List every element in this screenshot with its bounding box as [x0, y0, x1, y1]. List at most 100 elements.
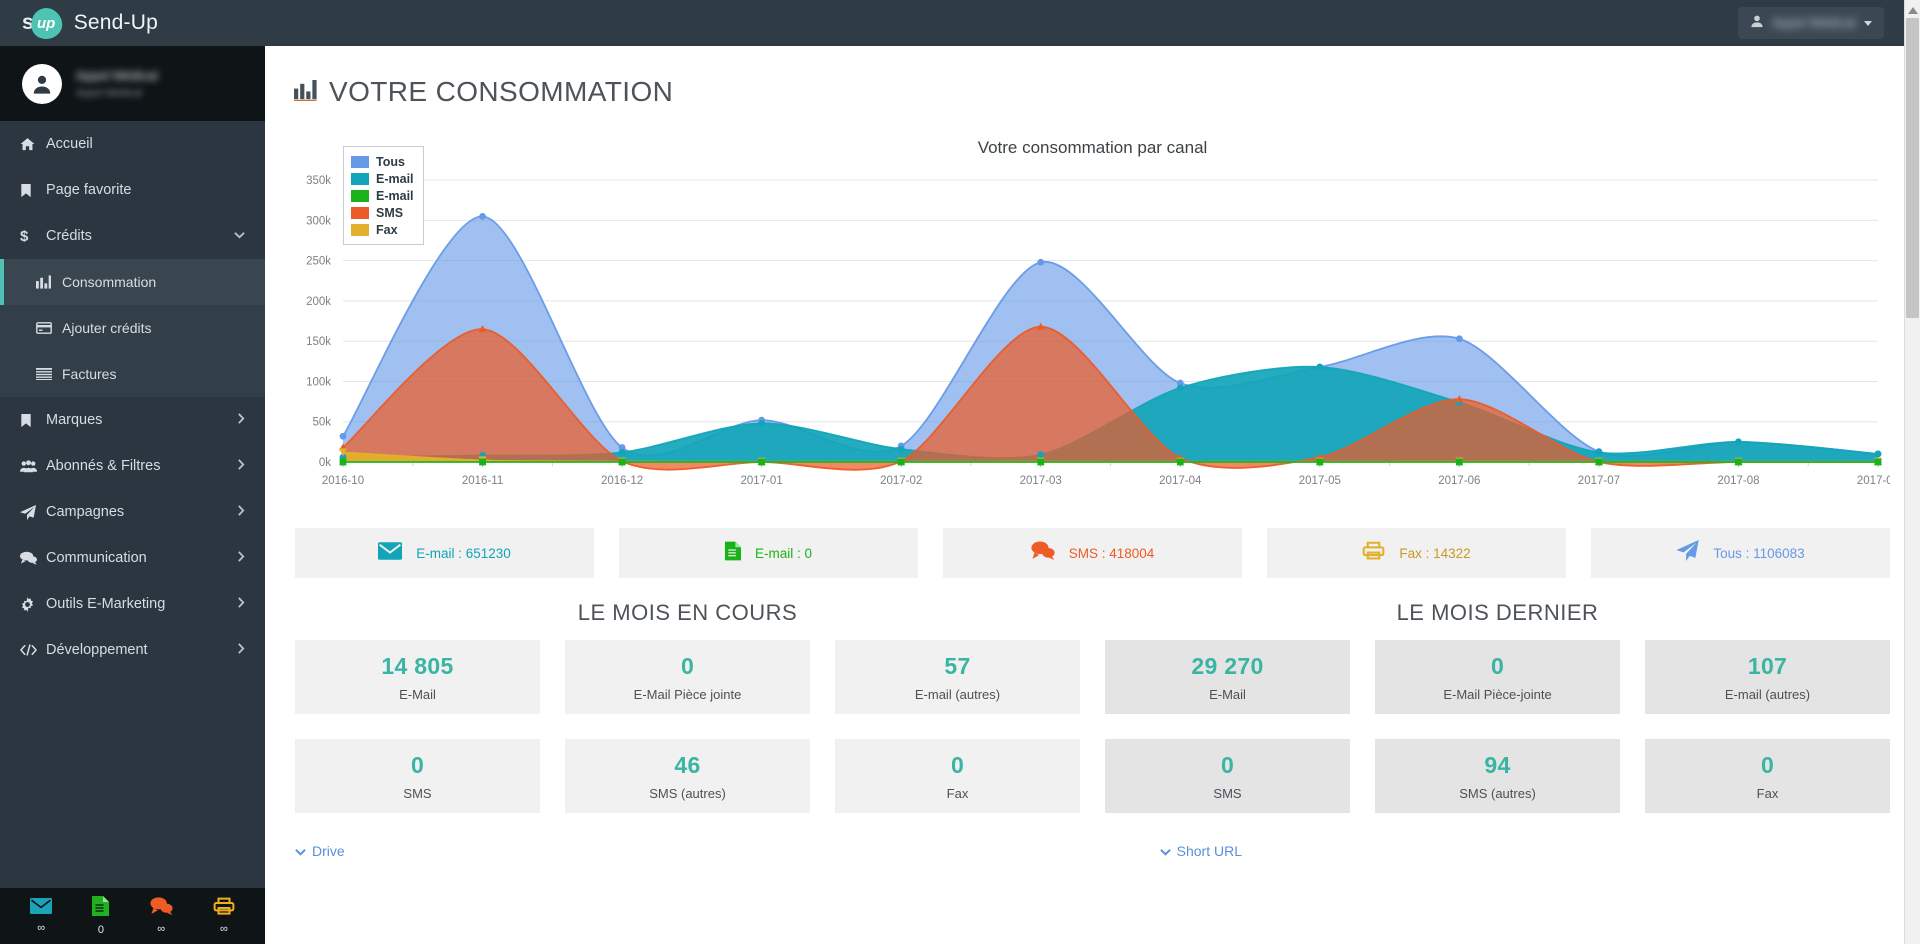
- legend-item[interactable]: Tous: [351, 153, 414, 170]
- avatar: [22, 63, 62, 104]
- chevron-down-icon: [1159, 843, 1171, 859]
- last-month-row-1: 29 270 E-Mail 0 E-Mail Pièce-jointe 107 …: [1105, 640, 1890, 714]
- stat-card-sms-other-current[interactable]: 46 SMS (autres): [565, 739, 810, 813]
- svg-text:150k: 150k: [306, 336, 331, 348]
- printer-icon: [1362, 541, 1385, 565]
- stat-card-sms-other-last[interactable]: 94 SMS (autres): [1375, 739, 1620, 813]
- stat-card-sms-current[interactable]: 0 SMS: [295, 739, 540, 813]
- sidebar-item-consommation[interactable]: Consommation: [0, 259, 265, 305]
- code-icon: [20, 644, 46, 656]
- home-icon: [20, 137, 46, 152]
- total-label: E-mail : 0: [754, 545, 812, 561]
- sidebar-item-factures[interactable]: Factures: [0, 351, 265, 397]
- legend-item[interactable]: E-mail: [351, 187, 414, 204]
- sidebar-item-abonnes-filtres[interactable]: Abonnés & Filtres: [0, 443, 265, 489]
- brand[interactable]: s up Send-Up: [0, 4, 265, 42]
- bookmark-icon: [20, 183, 46, 198]
- stat-card-sms-last[interactable]: 0 SMS: [1105, 739, 1350, 813]
- stat-card-email-current[interactable]: 14 805 E-Mail: [295, 640, 540, 714]
- legend-item[interactable]: Fax: [351, 221, 414, 238]
- consumption-chart: Votre consommation par canal Tous E-mail…: [295, 130, 1890, 510]
- svg-text:50k: 50k: [312, 417, 331, 429]
- total-card-fax[interactable]: Fax : 14322: [1267, 528, 1566, 578]
- invoice-icon: [36, 368, 62, 380]
- sidebar-item-accueil[interactable]: Accueil: [0, 121, 265, 167]
- total-label: Tous : 1106083: [1713, 545, 1805, 561]
- counter-email-attachment[interactable]: 0: [92, 896, 110, 936]
- total-card-tous[interactable]: Tous : 1106083: [1591, 528, 1890, 578]
- stat-value: 107: [1747, 652, 1788, 679]
- stat-value: 0: [410, 751, 425, 778]
- stat-card-email-other-current[interactable]: 57 E-mail (autres): [835, 640, 1080, 714]
- sidebar: Appel Médical Appel Médical Accueil Page…: [0, 46, 265, 944]
- stat-label: E-Mail: [399, 686, 436, 702]
- stat-card-email-last[interactable]: 29 270 E-Mail: [1105, 640, 1350, 714]
- sidebar-item-marques[interactable]: Marques: [0, 397, 265, 443]
- short-url-link[interactable]: Short URL: [1159, 843, 1242, 859]
- svg-text:$: $: [20, 228, 29, 244]
- chevron-right-icon: [237, 551, 245, 565]
- sidebar-item-campagnes[interactable]: Campagnes: [0, 489, 265, 535]
- svg-text:2017-08: 2017-08: [1717, 475, 1759, 487]
- counter-fax[interactable]: ∞: [213, 897, 235, 935]
- chart-canvas[interactable]: 0k 50k 100k 150k 200k 250k 300k 350k 2016-10 2016…: [295, 130, 1890, 510]
- sidebar-item-page-favorite[interactable]: Page favorite: [0, 167, 265, 213]
- counter-value: 0: [97, 924, 104, 936]
- stat-card-fax-last[interactable]: 0 Fax: [1645, 739, 1890, 813]
- main-content: VOTRE CONSOMMATION Votre consommation pa…: [265, 46, 1920, 944]
- svg-text:2017-02: 2017-02: [880, 475, 922, 487]
- logo-circle-up: up: [27, 4, 65, 42]
- short-url-link-label: Short URL: [1176, 843, 1242, 859]
- total-card-email-attachment[interactable]: E-mail : 0: [619, 528, 918, 578]
- page-title: VOTRE CONSOMMATION: [265, 46, 1920, 108]
- stat-value: 57: [944, 652, 971, 679]
- stat-card-email-attachment-last[interactable]: 0 E-Mail Pièce-jointe: [1375, 640, 1620, 714]
- bar-chart-icon: [36, 275, 62, 289]
- stat-label: E-mail (autres): [1724, 686, 1811, 702]
- stat-card-email-other-last[interactable]: 107 E-mail (autres): [1645, 640, 1890, 714]
- gear-icon: [20, 596, 46, 612]
- profile-subtitle: Appel Médical: [76, 87, 142, 99]
- counter-email[interactable]: ∞: [30, 898, 53, 934]
- sidebar-item-label: Marques: [46, 412, 103, 428]
- drive-link[interactable]: Drive: [295, 843, 345, 859]
- drive-link-label: Drive: [312, 843, 345, 859]
- last-month-section: LE MOIS DERNIER 29 270 E-Mail 0 E-Mail P…: [1105, 600, 1890, 813]
- stat-label: SMS: [403, 785, 432, 801]
- user-avatar-icon: [1750, 14, 1764, 33]
- total-card-email[interactable]: E-mail : 651230: [295, 528, 594, 578]
- profile-name: Appel Médical: [76, 68, 158, 83]
- svg-text:200k: 200k: [306, 296, 331, 308]
- sidebar-item-label: Communication: [46, 550, 147, 566]
- user-menu-button[interactable]: Appel Médical: [1738, 7, 1884, 39]
- counter-value: ∞: [37, 922, 46, 934]
- chevron-right-icon: [237, 413, 245, 427]
- legend-item[interactable]: SMS: [351, 204, 414, 221]
- sidebar-item-label: Crédits: [46, 228, 92, 244]
- total-card-sms[interactable]: SMS : 418004: [943, 528, 1242, 578]
- stat-card-fax-current[interactable]: 0 Fax: [835, 739, 1080, 813]
- counter-sms[interactable]: ∞: [150, 897, 173, 935]
- sidebar-profile[interactable]: Appel Médical Appel Médical: [0, 46, 265, 121]
- page-scrollbar[interactable]: [1904, 0, 1920, 944]
- chevron-right-icon: [237, 505, 245, 519]
- sidebar-item-outils-e-marketing[interactable]: Outils E-Marketing: [0, 581, 265, 627]
- stat-card-email-attachment-current[interactable]: 0 E-Mail Pièce jointe: [565, 640, 810, 714]
- sidebar-item-communication[interactable]: Communication: [0, 535, 265, 581]
- stat-value: 0: [680, 652, 695, 679]
- envelope-icon: [378, 541, 403, 565]
- chevron-right-icon: [237, 597, 245, 611]
- legend-item[interactable]: E-mail: [351, 170, 414, 187]
- sidebar-item-credits[interactable]: $ Crédits: [0, 213, 265, 259]
- stat-value: 46: [674, 751, 701, 778]
- sidebar-item-developpement[interactable]: Développement: [0, 627, 265, 673]
- legend-label: SMS: [376, 205, 404, 220]
- sidebar-item-ajouter-credits[interactable]: Ajouter crédits: [0, 305, 265, 351]
- stat-value: 0: [950, 751, 965, 778]
- paper-plane-icon: [1676, 540, 1700, 566]
- svg-text:2016-12: 2016-12: [601, 475, 643, 487]
- sidebar-item-label: Factures: [62, 366, 117, 382]
- sidebar-item-label: Ajouter crédits: [62, 320, 152, 336]
- chart-legend[interactable]: Tous E-mail E-mail SMS Fax: [343, 146, 424, 245]
- scrollbar-thumb[interactable]: [1906, 18, 1919, 318]
